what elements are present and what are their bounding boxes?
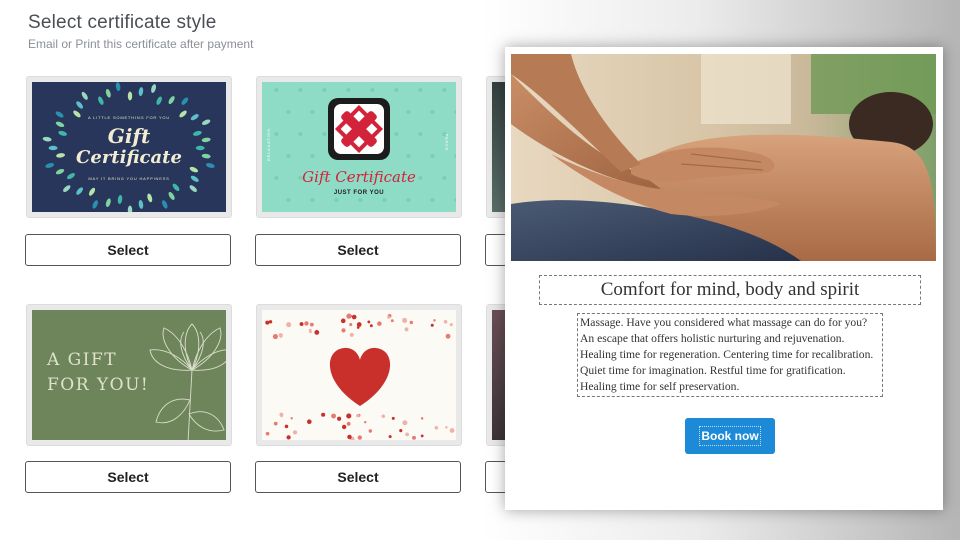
card-tagline: A LITTLE SOMETHING FOR YOU [87,115,171,120]
massage-photo [511,54,936,261]
book-now-button[interactable]: Book now [685,418,775,454]
card-title-line1: Gift [107,124,151,148]
certificate-card-mint[interactable]: Gift Certificate JUST FOR YOU RELAXATION… [256,76,462,218]
select-button-3[interactable] [485,234,507,266]
certificate-preview-heart [262,310,456,440]
preview-heading[interactable]: Comfort for mind, body and spirit [539,275,921,305]
card-title: A GIFT FOR YOU! [47,348,149,398]
certificate-preview-green: A GIFT FOR YOU! [32,310,226,440]
page-header: Select certificate style Email or Print … [28,12,253,51]
page-subtitle: Email or Print this certificate after pa… [28,37,254,51]
select-button-green[interactable]: Select [25,461,231,493]
select-button-6[interactable] [485,461,507,493]
select-button-heart[interactable]: Select [255,461,461,493]
page-title: Select certificate style [28,12,217,33]
card-footer-line: MAY IT BRING YOU HAPPINESS [88,176,170,181]
certificate-card-heart[interactable] [256,304,462,446]
certificate-preview-mint: Gift Certificate JUST FOR YOU RELAXATION… [262,82,456,212]
book-now-label: Book now [699,426,761,446]
select-button-navy[interactable]: Select [25,234,231,266]
heart-icon [265,313,455,440]
card-title-line2: Certificate [76,147,182,168]
certificate-card-navy[interactable]: A LITTLE SOMETHING FOR YOU Gift Certific… [26,76,232,218]
card-title: Gift Certificate [302,168,416,186]
select-button-mint[interactable]: Select [255,234,461,266]
certificate-preview-modal: Comfort for mind, body and spirit Massag… [505,47,943,510]
card-side-label-right: PEACE [444,133,450,152]
certificate-preview-navy: A LITTLE SOMETHING FOR YOU Gift Certific… [32,82,226,212]
card-title-line1: A GIFT [47,350,118,370]
card-subtitle: JUST FOR YOU [333,190,385,196]
card-title-line2: FOR YOU! [47,375,150,395]
preview-body-text[interactable]: Massage. Have you considered what massag… [577,313,883,397]
card-side-label-left: RELAXATION [266,127,272,162]
certificate-card-green[interactable]: A GIFT FOR YOU! [26,304,232,446]
